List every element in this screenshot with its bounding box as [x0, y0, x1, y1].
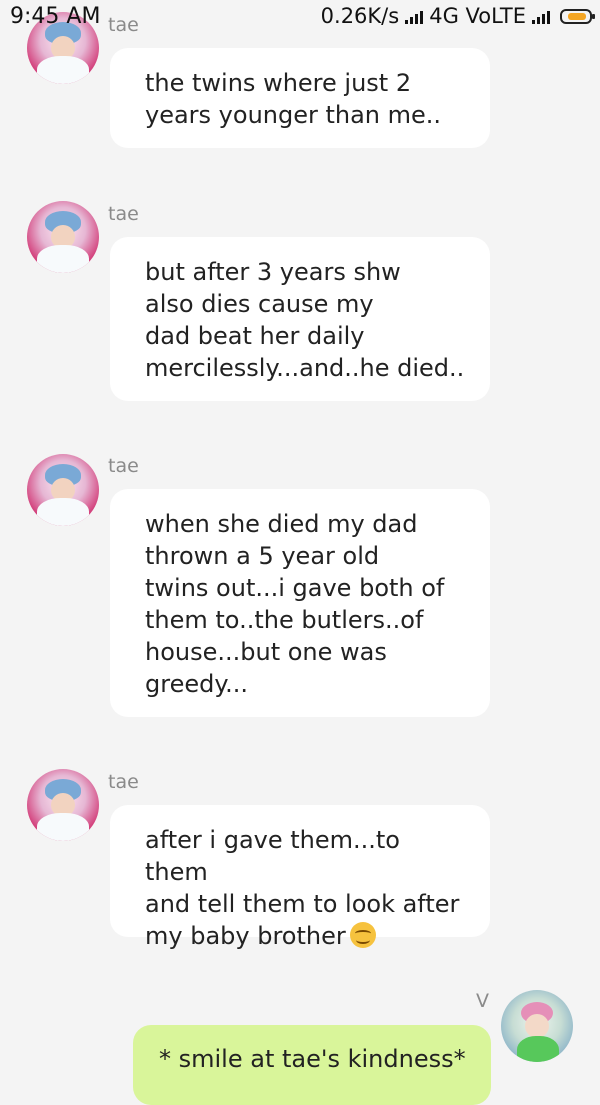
message-text: when she died my dad thrown a 5 year old…: [145, 510, 445, 698]
my-message-bubble[interactable]: * smile at tae's kindness*: [133, 1025, 491, 1105]
my-avatar-icon[interactable]: [501, 990, 573, 1062]
message-bubble[interactable]: when she died my dad thrown a 5 year old…: [110, 489, 490, 717]
network-type: 4G VoLTE: [429, 4, 526, 28]
message-bubble[interactable]: but after 3 years shw also dies cause my…: [110, 237, 490, 401]
sender-name: tae: [108, 771, 139, 793]
smiling-emoji-icon: [349, 922, 376, 948]
status-indicators: 0.26K/s 4G VoLTE: [320, 4, 595, 28]
sender-name: tae: [108, 455, 139, 477]
message-bubble[interactable]: after i gave them...to them and tell the…: [110, 805, 490, 950]
signal-icon: [405, 8, 424, 24]
signal-icon: [532, 8, 550, 24]
avatar-icon[interactable]: [27, 201, 99, 273]
status-time: 9:45 AM: [10, 4, 101, 29]
message-text: but after 3 years shw also dies cause my…: [145, 258, 465, 382]
message-text: the twins where just 2 years younger tha…: [145, 69, 442, 129]
network-speed: 0.26K/s: [320, 4, 400, 28]
message-text-body: after i gave them...to them and tell the…: [145, 826, 460, 950]
avatar-icon[interactable]: [27, 454, 99, 526]
my-sender-name: V: [476, 990, 489, 1012]
message-text: after i gave them...to them and tell the…: [145, 824, 466, 952]
my-message-text: * smile at tae's kindness*: [159, 1045, 466, 1073]
avatar-icon[interactable]: [27, 769, 99, 841]
sender-name: tae: [108, 203, 139, 225]
message-bubble[interactable]: the twins where just 2 years younger tha…: [110, 48, 490, 148]
battery-icon: [560, 8, 595, 24]
status-bar: 9:45 AM 0.26K/s 4G VoLTE: [0, 0, 600, 34]
